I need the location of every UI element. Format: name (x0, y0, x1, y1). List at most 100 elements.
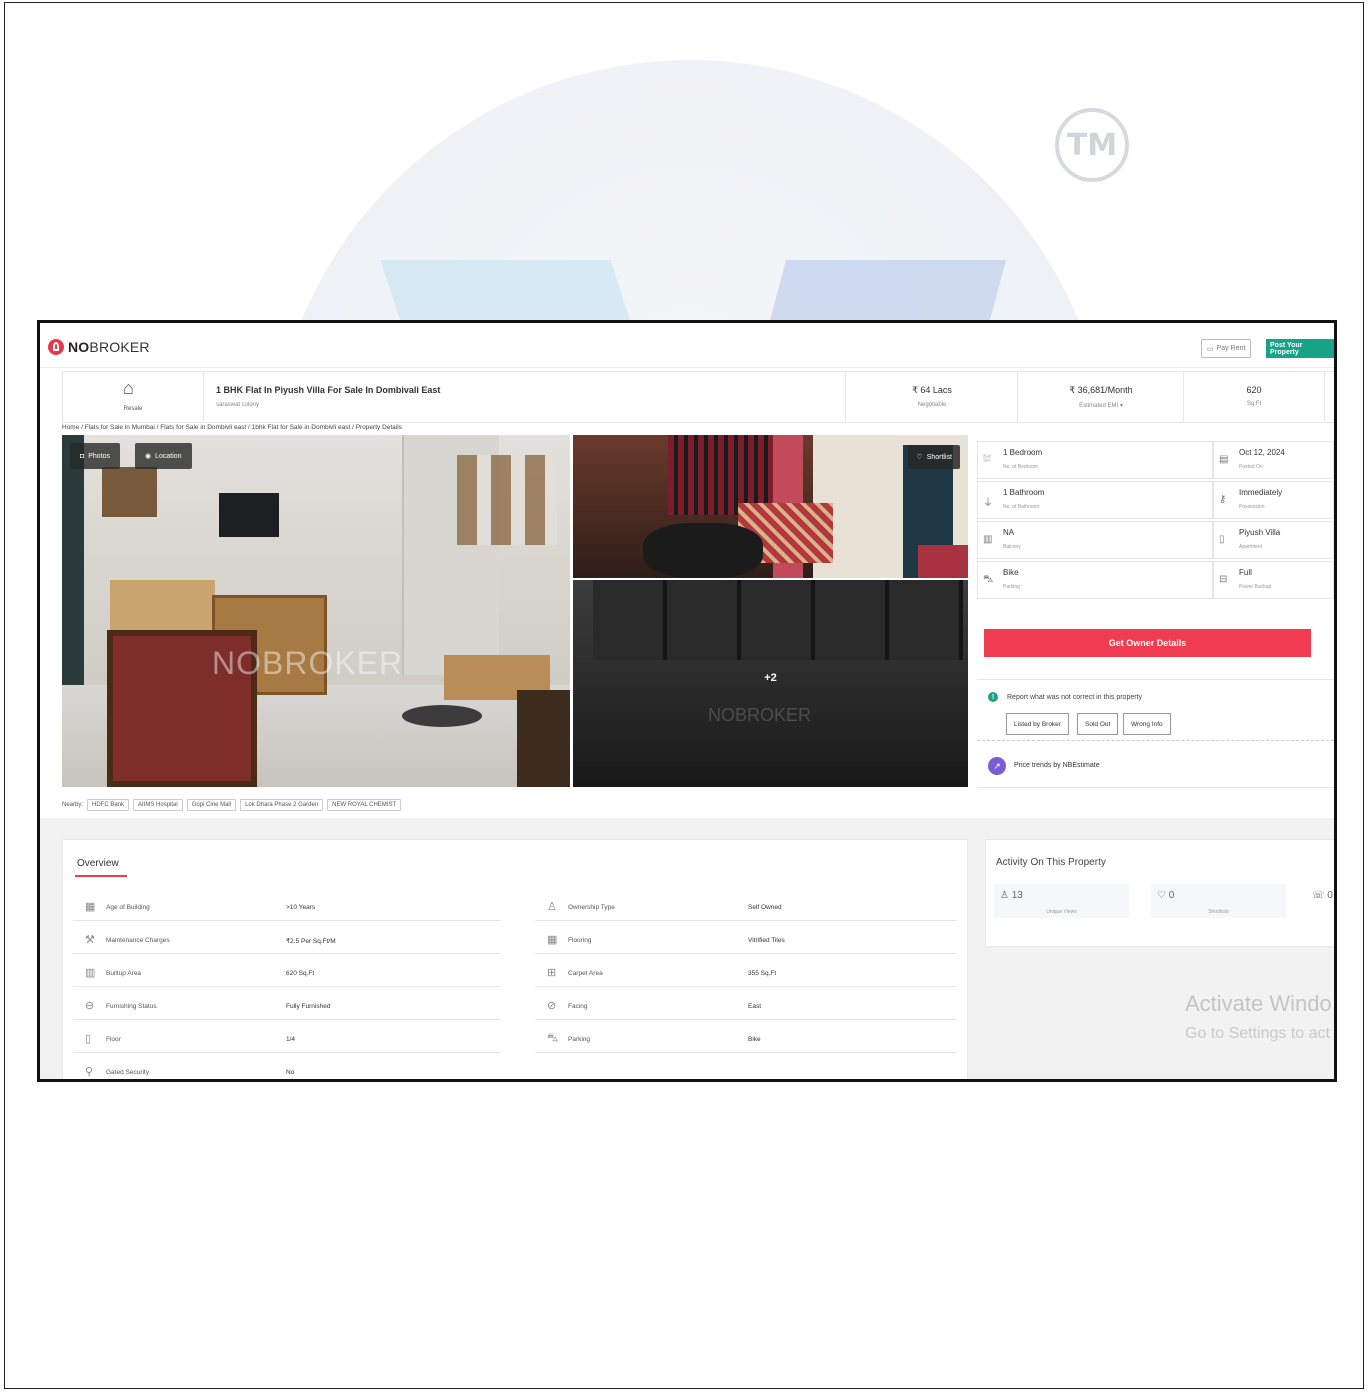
overview-row: ⚲ Gated Security No (85, 1066, 295, 1078)
overview-row: ▦ Age of Building >10 Years (73, 898, 501, 921)
property-header: ⌂ Resale 1 BHK Flat In Piyush Villa For … (62, 371, 1334, 423)
security-icon: ⚲ (85, 1066, 94, 1078)
activate-windows-title: Activate Windo (1185, 991, 1332, 1016)
overview-row: ⊘ Facing East (535, 997, 957, 1020)
contacts-stat: ☏ 0 (1306, 884, 1334, 918)
overview-row: ⛍ Parking Bike (535, 1030, 957, 1053)
detail-parking: ⛍ Bike Parking (977, 561, 1213, 599)
breadcrumb[interactable]: Home / Flats for Sale in Mumbai / Flats … (62, 424, 402, 431)
nearby-label: Nearby: (62, 802, 84, 808)
property-details-grid: ⛆ 1 Bedroom No. of Bedroom ▤ Oct 12, 202… (977, 441, 1334, 611)
detail-posted-on: ▤ Oct 12, 2024 Posted On (1213, 441, 1334, 479)
nearby-chip[interactable]: Gopi Cine Mall (186, 799, 237, 811)
price-trends-label: Price trends by NBEstimate (1014, 762, 1100, 769)
overview-row: ♙ Ownership Type Self Owned (535, 898, 957, 921)
get-owner-details-button[interactable]: Get Owner Details (984, 629, 1311, 657)
card-icon: ▭ (1207, 345, 1214, 353)
property-title: 1 BHK Flat In Piyush Villa For Sale In D… (216, 385, 441, 395)
emi-note: Estimated EMI ▾ (1079, 403, 1123, 409)
furnishing-icon: ⊖ (85, 1000, 95, 1012)
photo-thumbnail[interactable]: ♡ Shortlist (573, 435, 968, 578)
resale-label: Resale (123, 406, 143, 412)
report-section: ! Report what was not correct in this pr… (977, 679, 1334, 741)
key-icon: ⚷ (1219, 494, 1227, 505)
price-note: Negotiable (917, 402, 947, 408)
info-icon: ! (988, 692, 998, 702)
post-property-button[interactable]: Post Your Property (1266, 339, 1334, 358)
pay-rent-label: Pay Rent (1216, 345, 1246, 352)
nearby-chip[interactable]: AIIMS Hospital (133, 799, 183, 811)
overview-row: ⚒ Maintenance Charges ₹2.5 Per Sq.Ft/M (73, 931, 501, 954)
screenshot-frame: NOBROKER ▭ Pay Rent Post Your Property ⌂… (37, 320, 1337, 1082)
price-stat: ₹ 64 Lacs Negotiable (845, 372, 1018, 422)
car-icon: ⛍ (547, 1032, 559, 1044)
power-icon: ⊟ (1219, 574, 1228, 585)
area-unit: Sq.Ft (1246, 401, 1262, 407)
photo-thumbnail-more[interactable]: +2 NOBROKER (573, 580, 968, 787)
nobroker-logo[interactable]: NOBROKER (48, 339, 150, 355)
overview-row: ▦ Flooring Vitrified Tiles (535, 931, 957, 954)
logo-icon (48, 339, 64, 355)
nearby-chip[interactable]: NEW ROYAL CHEMIST (327, 799, 402, 811)
detail-bedroom: ⛆ 1 Bedroom No. of Bedroom (977, 441, 1213, 479)
camera-icon: ◘ (80, 452, 85, 460)
nearby-chip[interactable]: Lok Dhara Phase 2 Garden (240, 799, 324, 811)
resale-badge: ⌂ Resale (63, 372, 204, 422)
detail-possession: ⚷ Immediately Possession (1213, 481, 1334, 519)
bath-icon: ⏚ (983, 498, 993, 509)
price-trends-link[interactable]: ↗ Price trends by NBEstimate (977, 749, 1334, 788)
location-icon: ◉ (145, 453, 152, 460)
report-text: Report what was not correct in this prop… (1007, 694, 1143, 701)
parking-icon: ⛍ (983, 574, 994, 585)
area-value: 620 (1246, 385, 1262, 395)
activity-title: Activity On This Property (996, 857, 1106, 868)
background-watermark (230, 50, 1170, 340)
building-icon: ▯ (1219, 534, 1225, 545)
overview-row: ⊖ Furnishing Status Fully Furnished (73, 997, 501, 1020)
detail-apartment: ▯ Piyush Villa Apartment (1213, 521, 1334, 559)
detail-power-backup: ⊟ Full Power Backup (1213, 561, 1334, 599)
property-locality: saraswat colony (216, 402, 260, 408)
trend-icon: ↗ (988, 757, 1006, 775)
photo-watermark: NOBROKER (212, 645, 404, 681)
report-wrong-info[interactable]: Wrong Info (1123, 713, 1171, 735)
overview-tab-underline (75, 875, 127, 877)
compass-icon: ⊘ (547, 1000, 557, 1012)
price-value: ₹ 64 Lacs (912, 385, 952, 395)
logo-text: NOBROKER (68, 339, 150, 355)
nearby-chip[interactable]: HDFC Bank (87, 799, 130, 811)
top-navbar: NOBROKER ▭ Pay Rent Post Your Property (40, 323, 1334, 368)
overview-row: ▥ Builtup Area 620 Sq.Ft (73, 964, 501, 987)
building-age-icon: ▦ (85, 901, 96, 913)
emi-stat[interactable]: ₹ 36,681/Month Estimated EMI ▾ (1017, 372, 1184, 422)
emi-value: ₹ 36,681/Month (1069, 385, 1133, 395)
floor-icon: ▯ (85, 1033, 92, 1045)
bed-icon: ⛆ (983, 454, 991, 465)
overview-row: ▯ Floor 1/4 (73, 1030, 501, 1053)
report-sold-out[interactable]: Sold Out (1077, 713, 1119, 735)
balcony-icon: ▥ (983, 534, 993, 545)
flooring-icon: ▦ (547, 934, 558, 946)
contact-icon: ☏ 0 (1312, 890, 1333, 901)
overview-title[interactable]: Overview (77, 858, 119, 869)
unique-views-stat: ♙ 13 Unique Views (994, 884, 1129, 918)
location-button[interactable]: ◉ Location (135, 443, 192, 469)
nearby-places: Nearby: HDFC Bank AIIMS Hospital Gopi Ci… (62, 799, 402, 811)
detail-balcony: ▥ NA Balcony (977, 521, 1213, 559)
area-stat: 620 Sq.Ft (1183, 372, 1325, 422)
photos-button[interactable]: ◘ Photos (70, 443, 121, 469)
activity-panel: Activity On This Property ♙ 13 Unique Vi… (985, 839, 1334, 947)
shortlist-button[interactable]: ♡ Shortlist (908, 445, 960, 469)
shortlists-stat: ♡ 0 Shortlists (1151, 884, 1286, 918)
report-listed-by-broker[interactable]: Listed by Broker (1006, 713, 1069, 735)
pay-rent-button[interactable]: ▭ Pay Rent (1201, 339, 1252, 358)
photo-watermark: NOBROKER (708, 705, 812, 725)
more-photos-count: +2 (764, 672, 777, 684)
overview-row: ⊞ Carpet Area 355 Sq.Ft (535, 964, 957, 987)
tm-badge: TM (1055, 108, 1129, 182)
house-icon: ⌂ (123, 378, 134, 398)
activate-windows-subtitle: Go to Settings to act (1185, 1025, 1330, 1042)
calendar-icon: ▤ (1219, 454, 1229, 465)
main-photo[interactable]: NOBROKER ◘ Photos ◉ Location (62, 435, 570, 787)
overview-panel: Overview ▦ Age of Building >10 Years ⚒ M… (62, 839, 968, 1079)
